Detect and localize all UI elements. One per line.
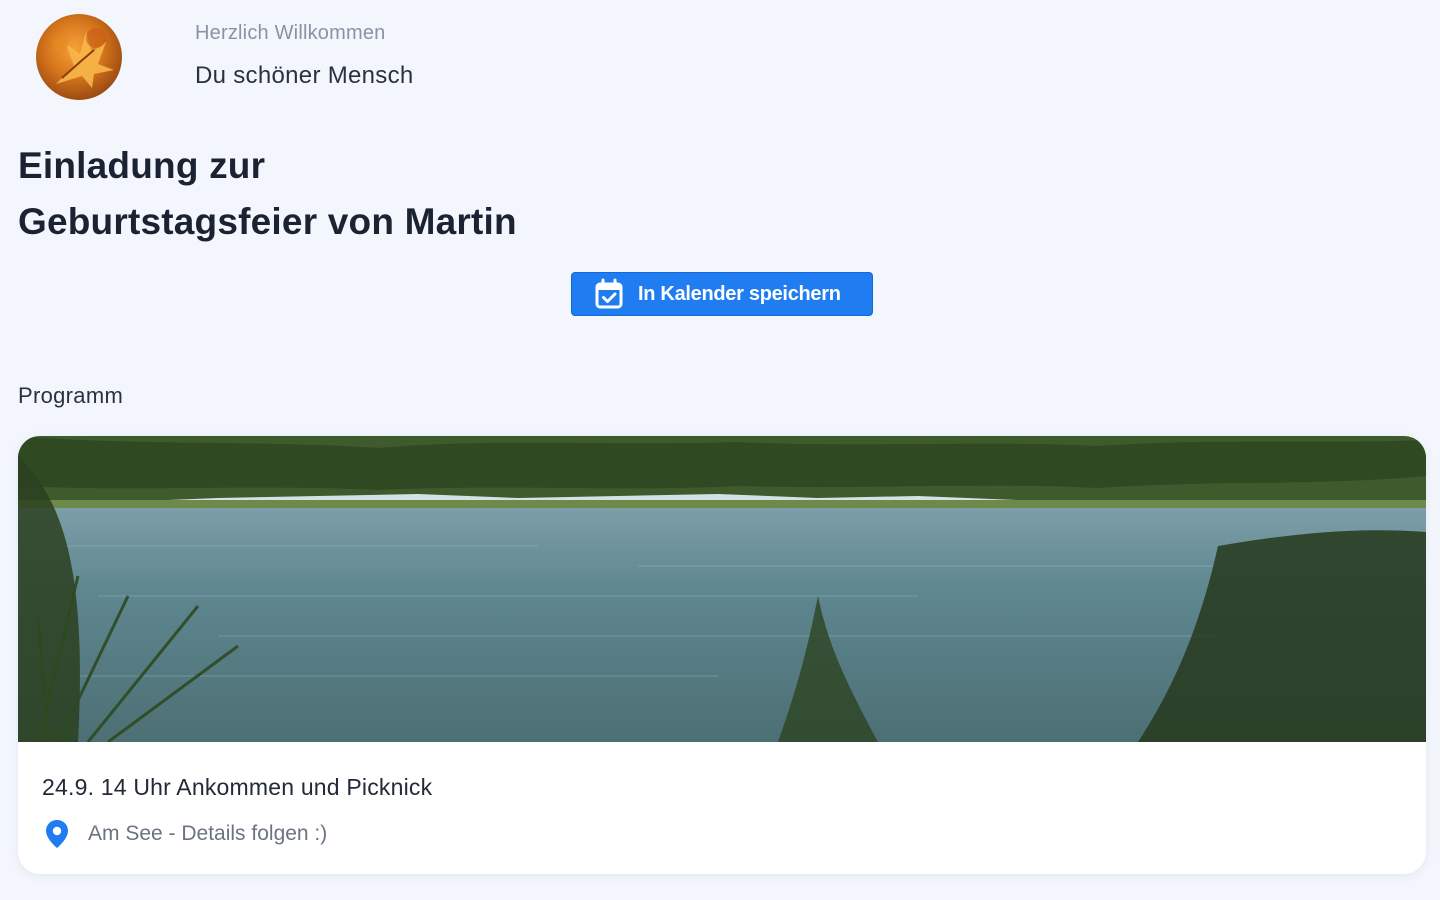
greeting-title: Du schöner Mensch xyxy=(195,62,414,89)
avatar xyxy=(36,14,122,100)
program-item-location-text: Am See - Details folgen :) xyxy=(88,822,328,845)
invitation-page: Herzlich Willkommen Du schöner Mensch Ei… xyxy=(0,0,1440,900)
program-item-title: 24.9. 14 Uhr Ankommen und Picknick xyxy=(42,774,433,800)
autumn-leaf-avatar-icon xyxy=(52,28,114,88)
save-to-calendar-button[interactable]: In Kalender speichern xyxy=(571,272,873,316)
page-title-line-2: Geburtstagsfeier von Martin xyxy=(18,201,517,242)
page-title: Einladung zur Geburtstagsfeier von Marti… xyxy=(18,138,517,250)
lake-photo xyxy=(18,436,1426,742)
page-title-line-1: Einladung zur xyxy=(18,145,266,186)
program-section-label: Programm xyxy=(18,383,124,408)
program-item-card[interactable]: 24.9. 14 Uhr Ankommen und Picknick Am Se… xyxy=(18,436,1426,874)
greeting-subtitle: Herzlich Willkommen xyxy=(195,22,386,44)
save-to-calendar-label: In Kalender speichern xyxy=(638,282,841,305)
calendar-check-icon xyxy=(594,278,624,310)
program-item-location: Am See - Details folgen :) xyxy=(42,818,327,850)
map-pin-icon xyxy=(42,818,72,850)
